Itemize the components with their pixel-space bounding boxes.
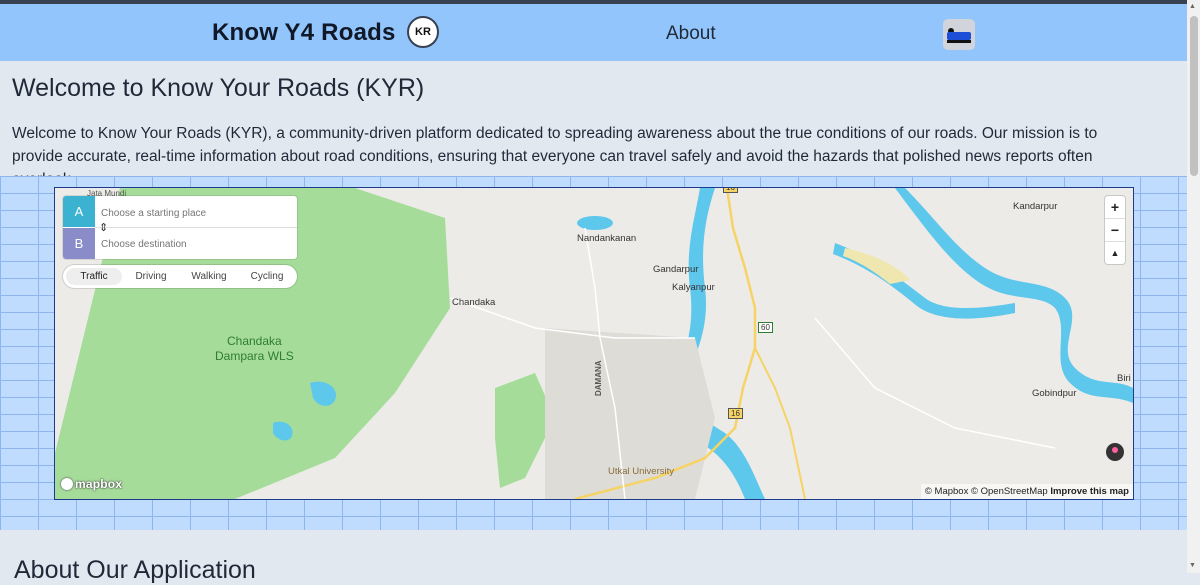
brand-logo-icon[interactable]: KR [407, 16, 439, 48]
zoom-controls: + − ▲ [1105, 196, 1125, 264]
sand-bank [843, 248, 910, 284]
zoom-out-button[interactable]: − [1105, 219, 1125, 241]
map-label-utkal-university: Utkal University [608, 466, 674, 477]
destination-badge: B [63, 228, 95, 259]
map-label-gobindpur: Gobindpur [1032, 388, 1077, 399]
attrib-mapbox-link[interactable]: © Mapbox [925, 486, 968, 497]
user-avatar-icon[interactable] [943, 19, 975, 50]
map-attribution: © Mapbox © OpenStreetMap Improve this ma… [920, 484, 1133, 499]
compass-button[interactable]: ▲ [1105, 242, 1125, 264]
about-app-heading: About Our Application [14, 556, 256, 584]
directions-panel: A B ⇕ [63, 196, 297, 259]
route-shield-60: 60 [758, 322, 773, 333]
profile-cycling[interactable]: Cycling [241, 268, 293, 285]
road-map[interactable]: Jata Mundi Nandankanan Gandarpur Kalyanp… [54, 187, 1134, 500]
map-label-park: Chandaka Dampara WLS [215, 334, 294, 364]
road-minor-3 [814, 317, 1056, 449]
scrollbar-thumb[interactable] [1190, 16, 1198, 176]
inputs-divider [95, 227, 297, 228]
profile-walking[interactable]: Walking [184, 268, 234, 285]
avatar-bed [947, 32, 971, 40]
scroll-down-icon[interactable]: ▼ [1189, 562, 1196, 569]
profile-driving[interactable]: Driving [127, 268, 175, 285]
road-minor-2 [584, 227, 601, 339]
park-label-line-1: Chandaka [226, 334, 282, 348]
origin-badge: A [63, 196, 95, 227]
destination-input[interactable] [99, 231, 295, 257]
park-label-line-2: Dampara WLS [215, 349, 294, 363]
mapbox-logo-icon [61, 478, 73, 490]
page-title: Welcome to Know Your Roads (KYR) [12, 74, 425, 102]
scroll-up-icon[interactable]: ▲ [1189, 3, 1196, 10]
nav-about-link[interactable]: About [666, 23, 716, 45]
map-label-kandarpur: Kandarpur [1013, 201, 1058, 212]
attrib-osm-link[interactable]: © OpenStreetMap [971, 486, 1048, 497]
profile-traffic[interactable]: Traffic [66, 268, 122, 285]
site-header: Know Y4 Roads KR About [0, 4, 1187, 61]
route-shield-16-top: 16 [723, 188, 738, 193]
map-label-gandarpur: Gandarpur [653, 264, 699, 275]
lake-nandankanan [577, 216, 613, 230]
highway-branch [754, 347, 806, 499]
zoom-in-button[interactable]: + [1105, 196, 1125, 218]
river-kathajodi [895, 188, 1133, 403]
mapbox-logo-text: mapbox [75, 477, 123, 491]
map-label-chandaka: Chandaka [452, 297, 496, 308]
map-label-kalyanpur: Kalyanpur [672, 282, 715, 293]
avatar-base [947, 40, 971, 43]
brand-title[interactable]: Know Y4 Roads [212, 19, 396, 47]
route-shield-16: 16 [728, 408, 743, 419]
improve-map-link[interactable]: Improve this map [1050, 486, 1129, 497]
map-label-damana: DAMANA [594, 360, 603, 396]
routing-profile-selector: Traffic Driving Walking Cycling [63, 265, 297, 288]
location-pin-icon[interactable] [1106, 443, 1124, 461]
origin-input[interactable] [99, 200, 295, 226]
map-label-nandankanan: Nandankanan [577, 233, 637, 244]
map-label-biri: Biri [1117, 373, 1131, 384]
mapbox-logo[interactable]: mapbox [61, 477, 122, 491]
